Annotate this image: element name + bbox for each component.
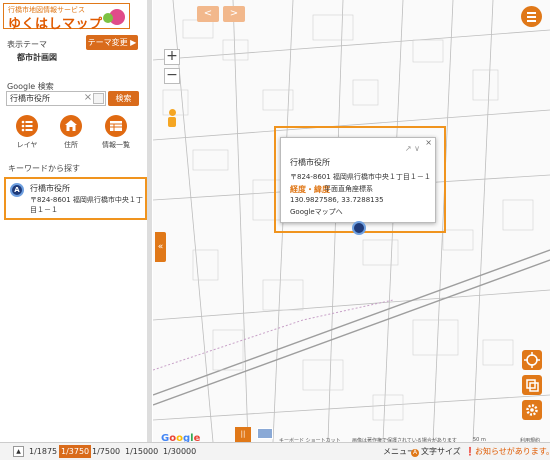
result-title: 行橋市役所 [30, 184, 70, 193]
search-option-checkbox[interactable] [93, 93, 104, 104]
map-type-thumbnail[interactable] [257, 428, 273, 439]
panel-scrollbar[interactable] [147, 0, 152, 442]
result-marker-icon: A [10, 183, 24, 197]
info-list-label: 情報一覧 [102, 141, 130, 149]
scale-1-3750[interactable]: 1/3750 [59, 445, 92, 458]
result-address: 〒824-8601 福岡県行橋市中央１丁目１－１ [30, 196, 143, 214]
address-label: 住所 [64, 141, 78, 149]
popup-close-icon[interactable]: × [425, 138, 432, 147]
street-view-pegman-icon[interactable] [167, 109, 177, 127]
keyword-search-label: キーワードから探す [8, 164, 80, 173]
list-icon [16, 115, 38, 137]
table-icon [105, 115, 127, 137]
scale-toggle-button[interactable]: ▲ [13, 446, 24, 457]
font-size-label: 文字サイズ [421, 447, 461, 456]
left-panel: 行橋市地図情報サービス ゆくはしマップ 表示テーマ 都市計画図 テーマ変更 ▶ … [0, 0, 152, 442]
scale-1-30000[interactable]: 1/30000 [161, 445, 198, 458]
home-icon [60, 115, 82, 137]
location-icon[interactable] [522, 350, 542, 370]
main-menu-button[interactable] [521, 6, 542, 27]
logo-mark-icon [103, 9, 125, 25]
address-button[interactable]: 住所 [51, 115, 91, 150]
info-list-button[interactable]: 情報一覧 [96, 115, 136, 150]
theme-name: 都市計画図 [17, 53, 57, 62]
change-theme-button[interactable]: テーマ変更 ▶ [86, 35, 138, 50]
scale-1-7500[interactable]: 1/7500 [90, 445, 122, 458]
collapse-panel-button[interactable]: « [155, 232, 166, 262]
legend-toggle-button[interactable]: || [235, 427, 251, 442]
gear-icon[interactable] [522, 400, 542, 420]
forward-arrow-button[interactable]: > [223, 6, 245, 22]
bottom-bar: ▲ 1/1875 1/3750 1/7500 1/15000 1/30000 メ… [0, 442, 550, 460]
theme-label: 表示テーマ [7, 40, 47, 49]
popup-address: 〒824-8601 福岡県行橋市中央１丁目１－１ [290, 173, 431, 181]
popup-title: 行橋市役所 [290, 158, 330, 167]
search-result-item[interactable]: A 行橋市役所 〒824-8601 福岡県行橋市中央１丁目１－１ [4, 177, 147, 220]
scale-1-1875[interactable]: 1/1875 [27, 445, 59, 458]
logo-title: ゆくはしマップ [8, 17, 103, 32]
layer-label: レイヤ [16, 141, 38, 149]
popup-coordinates: 130.9827586, 33.7288135 [290, 196, 384, 204]
search-button[interactable]: 検索 [108, 91, 139, 106]
font-size-icon: A [411, 449, 419, 457]
zoom-in-button[interactable]: + [164, 49, 180, 65]
layers-icon[interactable] [522, 375, 542, 395]
map-marker-icon[interactable] [352, 221, 366, 235]
scale-1-15000[interactable]: 1/15000 [123, 445, 160, 458]
google-maps-link[interactable]: Googleマップへ [290, 207, 343, 217]
zoom-out-button[interactable]: − [164, 68, 180, 84]
share-icon[interactable]: ↗ ∨ [405, 144, 420, 153]
coord-system-link[interactable]: 平面直角座標系 [324, 184, 373, 194]
info-popup: × ↗ ∨ 行橋市役所 〒824-8601 福岡県行橋市中央１丁目１－１ 経度・… [280, 137, 436, 223]
app-logo[interactable]: 行橋市地図情報サービス ゆくはしマップ [3, 3, 130, 32]
back-arrow-button[interactable]: < [197, 6, 219, 22]
layer-button[interactable]: レイヤ [7, 115, 47, 150]
notice-link[interactable]: ❗お知らせがあります。 [465, 445, 550, 458]
font-size-link[interactable]: A 文字サイズ [411, 445, 461, 458]
